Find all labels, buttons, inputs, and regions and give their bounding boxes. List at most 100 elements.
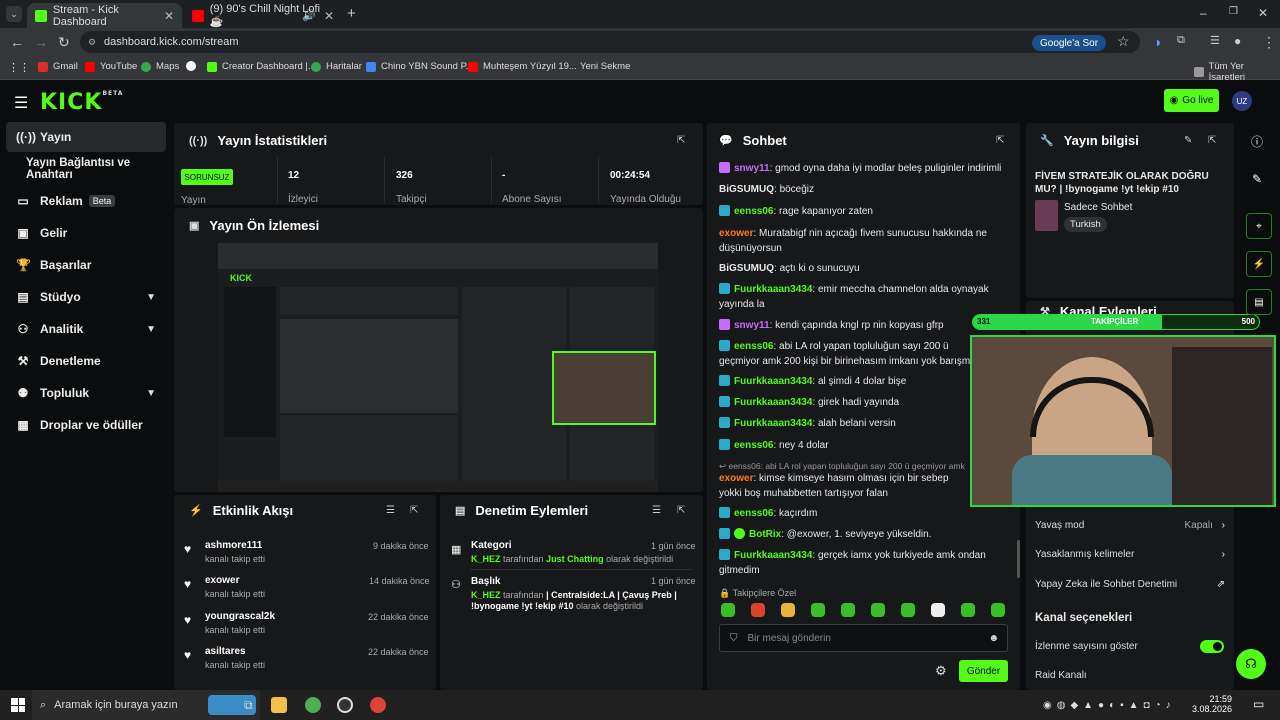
chat-username[interactable]: snwy11: [734, 320, 770, 331]
chat-username[interactable]: BiGSUMUQ: [719, 184, 774, 195]
chat-username[interactable]: exower: [719, 473, 753, 484]
tray-icons[interactable]: ◉◍◆▲●◐▪▲◘◔♪: [1043, 700, 1176, 711]
chrome-profile-icon[interactable]: [370, 697, 386, 713]
slow-mode-row[interactable]: Yavaş mod Kapalı ›: [1035, 520, 1225, 531]
chat-scrollbar[interactable]: [1017, 540, 1020, 578]
tab-youtube-lofi[interactable]: (9) 90's Chill Night Lofi ☕ 🔊 ✕: [184, 3, 342, 28]
bookmark-maps[interactable]: Maps: [141, 61, 179, 72]
emote-icon[interactable]: [961, 603, 975, 617]
tab-kick-dashboard[interactable]: Stream - Kick Dashboard ✕: [27, 3, 182, 28]
avatar[interactable]: UZ: [1232, 91, 1252, 111]
emote-icon[interactable]: [781, 603, 795, 617]
chat-username[interactable]: eenss06: [734, 206, 773, 217]
sidebar-item-topluluk[interactable]: ⚉ Topluluk ▼: [6, 378, 166, 408]
sidebar-item-basarilar[interactable]: 🏆 Başarılar: [6, 250, 166, 280]
clock[interactable]: 21:59 3.08.2026: [1192, 694, 1232, 714]
send-button[interactable]: Gönder: [959, 660, 1008, 682]
emote-icon[interactable]: [721, 603, 735, 617]
banned-words-row[interactable]: Yasaklanmış kelimeler ›: [1035, 549, 1225, 560]
lightning-icon[interactable]: ⚡: [1246, 251, 1272, 277]
bookmark-gmail[interactable]: Gmail: [38, 61, 78, 72]
menu-icon[interactable]: ⋮: [1262, 34, 1276, 51]
emoji-icon[interactable]: ☻: [988, 633, 999, 644]
audio-icon[interactable]: 🔊: [302, 9, 316, 22]
url-input[interactable]: ⚙ dashboard.kick.com/stream: [80, 31, 1140, 53]
extension-icon[interactable]: ◗: [1154, 34, 1162, 50]
chat-username[interactable]: Fuurkkaaan3434: [734, 397, 812, 408]
stream-preview-video[interactable]: KICK: [218, 243, 658, 492]
chat-username[interactable]: Fuurkkaaan3434: [734, 376, 812, 387]
reload-icon[interactable]: ↻: [58, 34, 70, 51]
info-icon[interactable]: ⓘ: [1251, 133, 1263, 150]
file-explorer-icon[interactable]: [271, 697, 287, 713]
forward-icon[interactable]: →: [34, 34, 48, 50]
show-views-toggle[interactable]: [1200, 640, 1224, 653]
chat-username[interactable]: BiGSUMUQ: [719, 263, 774, 274]
chat-input[interactable]: ⛉ Bir mesaj gönderin ☻: [719, 624, 1008, 652]
emote-icon[interactable]: [901, 603, 915, 617]
chat-username[interactable]: Fuurkkaaan3434: [734, 550, 812, 561]
emote-icon[interactable]: [841, 603, 855, 617]
edit-icon[interactable]: ✎: [1184, 135, 1192, 146]
apps-icon[interactable]: ⋮⋮: [8, 61, 30, 74]
emote-icon[interactable]: [931, 603, 945, 617]
emote-icon[interactable]: [991, 603, 1005, 617]
emote-icon[interactable]: [811, 603, 825, 617]
language-tag[interactable]: Turkish: [1064, 217, 1107, 232]
bookmark-creator-dashboard[interactable]: Creator Dashboard |...: [207, 61, 316, 72]
chat-username[interactable]: BotRix: [749, 529, 781, 540]
bookmark-muhtesem[interactable]: Muhteşem Yüzyıl 19...: [468, 61, 577, 72]
bookmark-yeni-sekme[interactable]: Yeni Sekme: [571, 61, 630, 72]
bookmark-star-icon[interactable]: ☆: [1117, 33, 1130, 50]
notification-icon[interactable]: ▭: [1253, 697, 1264, 711]
expand-icon[interactable]: ⇱: [410, 505, 418, 516]
obs-icon[interactable]: [337, 697, 353, 713]
bookmark-chino[interactable]: Chino YBN Sound P...: [366, 61, 474, 72]
clipboard-icon[interactable]: ▤: [1246, 289, 1272, 315]
chat-username[interactable]: Fuurkkaaan3434: [734, 418, 812, 429]
support-chat-button[interactable]: ☊: [1236, 649, 1266, 679]
bookmark-haritalar[interactable]: Haritalar: [311, 61, 362, 72]
bookmark-youtube[interactable]: YouTube: [85, 61, 137, 72]
window-close-icon[interactable]: ✕: [1258, 6, 1268, 20]
close-tab-icon[interactable]: ✕: [164, 9, 174, 23]
restore-icon[interactable]: ❐: [1229, 6, 1238, 17]
chat-settings-gear-icon[interactable]: ⚙: [935, 663, 947, 679]
back-icon[interactable]: ←: [10, 34, 24, 50]
expand-icon[interactable]: ⇱: [1208, 135, 1216, 146]
media-controls-icon[interactable]: ☰: [1210, 34, 1220, 47]
chat-username[interactable]: Fuurkkaaan3434: [734, 284, 812, 295]
task-view-icon[interactable]: ⧉: [244, 698, 253, 713]
chat-username[interactable]: eenss06: [734, 508, 773, 519]
chrome-icon[interactable]: [305, 697, 321, 713]
new-tab-button[interactable]: +: [347, 5, 356, 22]
go-live-button[interactable]: ◉ Go live: [1164, 89, 1219, 112]
focus-icon[interactable]: ⌖: [1246, 213, 1272, 239]
extensions-puzzle-icon[interactable]: ⧉: [1177, 34, 1185, 47]
sidebar-item-analitik[interactable]: ⚇ Analitik ▼: [6, 314, 166, 344]
sidebar-item-stream-key[interactable]: Yayın Bağlantısı ve Anahtarı: [6, 154, 176, 184]
sidebar-item-gelir[interactable]: ▣ Gelir: [6, 218, 166, 248]
sidebar-item-studyo[interactable]: ▤ Stüdyo ▼: [6, 282, 166, 312]
chat-username[interactable]: exower: [719, 228, 753, 239]
expand-icon[interactable]: ⇱: [677, 135, 685, 146]
sidebar-item-droplar[interactable]: ▦ Droplar ve ödüller: [6, 410, 166, 440]
raid-channel-row[interactable]: Raid Kanalı: [1035, 670, 1225, 681]
tab-search-button[interactable]: ⌄: [6, 6, 22, 22]
chat-username[interactable]: eenss06: [734, 440, 773, 451]
kick-logo[interactable]: KICKBETA: [40, 90, 123, 115]
emote-icon[interactable]: [751, 603, 765, 617]
hamburger-menu-icon[interactable]: ☰: [14, 93, 28, 113]
chat-username[interactable]: eenss06: [734, 341, 773, 352]
filter-icon[interactable]: ☰: [652, 505, 661, 516]
ai-moderation-row[interactable]: Yapay Zeka ile Sohbet Denetimi ⇗: [1035, 579, 1225, 590]
bookmark-google[interactable]: [186, 61, 201, 71]
expand-icon[interactable]: ⇱: [677, 505, 685, 516]
sidebar-item-denetleme[interactable]: ⚒ Denetleme: [6, 346, 166, 376]
minimize-icon[interactable]: –: [1200, 6, 1207, 20]
windows-start-icon[interactable]: [11, 698, 25, 712]
popout-icon[interactable]: ⇱: [996, 135, 1004, 146]
taskbar-search[interactable]: ⌕ Aramak için buraya yazın: [32, 690, 260, 720]
pencil-icon[interactable]: ✎: [1252, 172, 1262, 186]
chat-username[interactable]: snwy11: [734, 163, 770, 174]
